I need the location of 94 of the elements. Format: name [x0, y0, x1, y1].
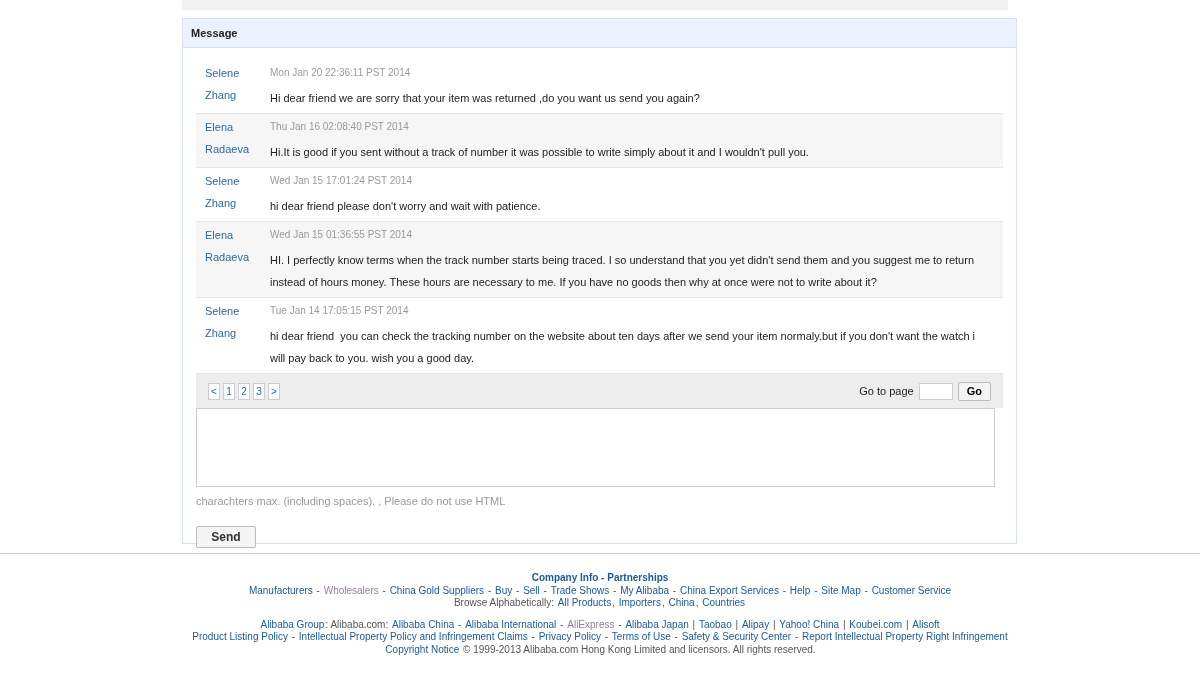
footer-link[interactable]: China Export Services	[678, 584, 780, 597]
footer-text: -	[530, 631, 536, 642]
footer-text: -	[542, 584, 548, 596]
footer-text: -	[617, 618, 623, 630]
footer-link[interactable]: China	[667, 597, 696, 610]
footer-text: |	[904, 618, 910, 630]
footer-link[interactable]: Alipay	[740, 618, 771, 631]
footer-link[interactable]: AliExpress	[566, 618, 616, 631]
footer-text: -	[486, 584, 493, 596]
page-number-field[interactable]	[918, 382, 953, 400]
page-link[interactable]: 3	[253, 382, 265, 400]
message-text: Hi.It is good if you sent without a track of number it was possible to write simply about it and I wouldn't pull you.	[270, 145, 810, 160]
message-time: Wed Jan 15 17:01:24 PST 2014	[270, 174, 413, 188]
footer-link[interactable]: All Products	[556, 597, 613, 610]
footer-link[interactable]: Report Intellectual Property Right Infringement	[801, 631, 1009, 644]
sender-link[interactable]: Zhang	[205, 325, 270, 341]
footer-text: : Alibaba.com:	[325, 618, 390, 630]
footer-link[interactable]: My Alibaba	[619, 584, 671, 597]
footer-text: © 1999-2013 Alibaba.com Hong Kong Limited and licensors. All rights reserved.	[462, 643, 816, 655]
footer-link[interactable]: Trade Shows	[549, 584, 611, 597]
footer-text: |	[734, 618, 740, 630]
footer-link[interactable]: Safety & Security Center	[680, 631, 793, 644]
footer-text: -	[781, 584, 787, 596]
sender-link[interactable]: Selene	[205, 303, 270, 319]
sender-link[interactable]: Selene	[205, 173, 270, 189]
footer-text: ,	[695, 597, 700, 608]
sender-link[interactable]: Zhang	[205, 195, 270, 211]
footer-link[interactable]: China Gold Suppliers	[388, 584, 486, 597]
footer-text: -	[603, 631, 610, 642]
footer-link[interactable]: Alibaba Japan	[624, 618, 690, 631]
message-time: Tue Jan 14 17:05:15 PST 2014	[270, 304, 410, 318]
sender-link[interactable]: Radaeva	[205, 249, 270, 265]
footer-text: -	[290, 631, 296, 642]
footer-text: -	[673, 631, 679, 642]
footer-link[interactable]: Product Listing Policy	[191, 631, 289, 644]
footer-link[interactable]: Help	[788, 584, 812, 597]
footer-link[interactable]: Countries	[701, 597, 747, 610]
footer-link[interactable]: Alibaba International	[464, 618, 558, 631]
message-text: HI. I perfectly know terms when the track number starts being traced. I so understand that you yet didn't send them and you suggest me to return instead of hours money. These hours are necessary to me. If you have no goods then why at once were not to write about it?	[270, 253, 976, 290]
footer-link[interactable]: Alisoft	[911, 618, 941, 631]
footer-text: |	[841, 618, 847, 630]
sender-link[interactable]: Elena	[205, 119, 270, 135]
footer-heading[interactable]: Company Info - Partnerships	[531, 572, 669, 583]
footer-text: -	[315, 584, 321, 596]
message-time: Thu Jan 16 02:08:40 PST 2014	[270, 120, 410, 134]
footer-link[interactable]: Taobao	[697, 618, 733, 631]
panel-title: Message	[191, 25, 238, 41]
footer-link[interactable]: Privacy Policy	[537, 631, 602, 644]
footer-link[interactable]: Alibaba Group	[259, 618, 326, 631]
sender-link[interactable]: Selene	[205, 65, 270, 81]
message-time: Mon Jan 20 22:36:11 PST 2014	[270, 66, 412, 80]
footer-link[interactable]: Intellectual Property Policy and Infringement Claims	[297, 631, 529, 644]
page-link[interactable]: <	[208, 382, 220, 400]
sender-link[interactable]: Elena	[205, 227, 270, 243]
page-link[interactable]: 2	[238, 382, 250, 400]
footer-link[interactable]: Site Map	[820, 584, 862, 597]
footer-text: -	[863, 584, 869, 596]
message-text: hi dear friend you can check the tracking number on the website about ten days after we send your item normaly.but if you don't want the watch i will pay back to you. wish you a good day.	[270, 329, 977, 366]
footer-text: -	[813, 584, 819, 596]
footer-link[interactable]: Wholesalers	[322, 584, 380, 597]
footer-text: -	[457, 618, 463, 630]
footer-text: -	[559, 618, 565, 630]
footer-text: -	[612, 584, 618, 596]
footer-link[interactable]: Terms of Use	[610, 631, 672, 644]
go-to-page-label: Go to page	[859, 383, 914, 399]
message-text: Hi dear friend we are sorry that your item was returned ,do you want us send you again?	[270, 91, 701, 106]
footer-text: -	[793, 631, 800, 642]
footer-link[interactable]: Manufacturers	[247, 584, 314, 597]
footer-text: -	[381, 584, 387, 596]
footer-link[interactable]: Koubei.com	[848, 618, 904, 631]
sender-link[interactable]: Zhang	[205, 87, 270, 103]
message-text: hi dear friend please don't worry and wait with patience.	[270, 199, 542, 214]
footer-link[interactable]: Customer Service	[870, 584, 953, 597]
go-button[interactable]: Go	[957, 381, 991, 401]
reply-field[interactable]	[196, 408, 995, 487]
page-link[interactable]: 1	[223, 382, 235, 400]
footer-link[interactable]: Importers	[617, 597, 662, 610]
footer-text: |	[691, 618, 697, 630]
send-button[interactable]: Send	[196, 525, 256, 548]
footer-link[interactable]: Sell	[522, 584, 541, 597]
footer-link[interactable]: Copyright Notice	[384, 643, 461, 656]
footer-text: ,	[612, 597, 616, 608]
footer-link[interactable]: Alibaba China	[391, 618, 456, 631]
footer-text: ,	[661, 597, 666, 608]
footer-text: |	[771, 618, 777, 630]
message-time: Wed Jan 15 01:36:55 PST 2014	[270, 228, 413, 242]
sender-link[interactable]: Radaeva	[205, 141, 270, 157]
footer-link[interactable]: Yahoo! China	[778, 618, 841, 631]
footer-text: Browse Alphabetically:	[453, 597, 555, 608]
footer-link[interactable]: Buy	[494, 584, 514, 597]
reply-hint: charachters max. (including spaces). , Please do not use HTML	[196, 494, 507, 509]
footer-text: -	[671, 584, 678, 596]
footer-text: -	[515, 584, 521, 596]
page-link[interactable]: >	[268, 382, 280, 400]
